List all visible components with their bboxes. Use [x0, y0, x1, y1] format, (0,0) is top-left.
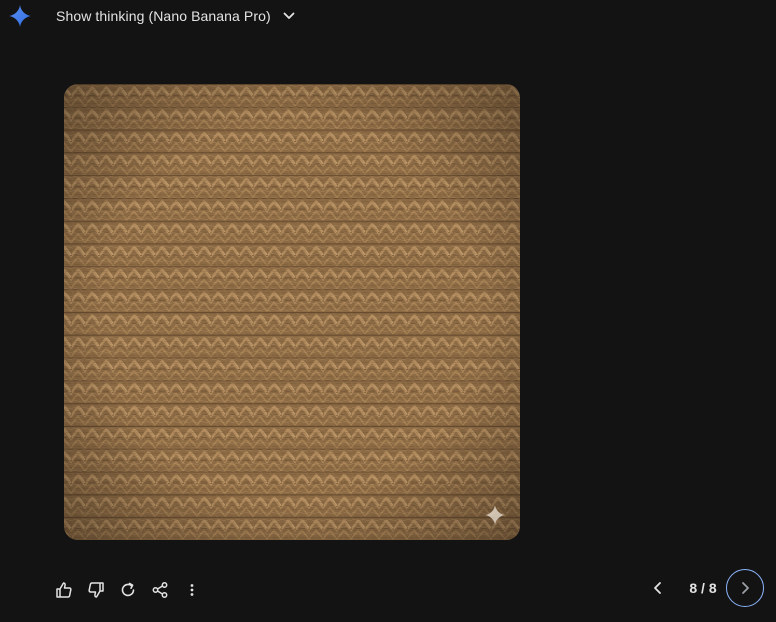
thumbs-up-button[interactable] [48, 574, 80, 606]
chevron-down-icon [281, 8, 297, 24]
share-button[interactable] [144, 574, 176, 606]
response-count: 8 / 8 [689, 580, 717, 596]
thumbs-up-icon [56, 582, 72, 598]
chevron-right-icon [742, 582, 749, 594]
more-options-button[interactable] [176, 574, 208, 606]
previous-response-button[interactable] [642, 572, 674, 604]
share-icon [152, 582, 168, 598]
regenerate-icon [121, 582, 135, 597]
regenerate-button[interactable] [112, 574, 144, 606]
more-options-icon [190, 584, 194, 596]
chevron-left-icon [654, 582, 661, 594]
gemini-sparkle-icon [8, 4, 32, 28]
sparkle-icon [484, 504, 506, 526]
show-thinking-label: Show thinking (Nano Banana Pro) [56, 8, 271, 24]
thumbs-down-icon [88, 582, 104, 598]
braided-jute-texture [64, 84, 520, 540]
next-response-button[interactable] [726, 569, 764, 607]
response-actions [48, 574, 208, 606]
response-pager: 8 / 8 [642, 568, 764, 608]
thumbs-down-button[interactable] [80, 574, 112, 606]
show-thinking-toggle[interactable]: Show thinking (Nano Banana Pro) [48, 2, 305, 30]
response-panel: Show thinking (Nano Banana Pro) 8 / 8 [0, 0, 776, 622]
generated-image[interactable] [64, 84, 520, 540]
